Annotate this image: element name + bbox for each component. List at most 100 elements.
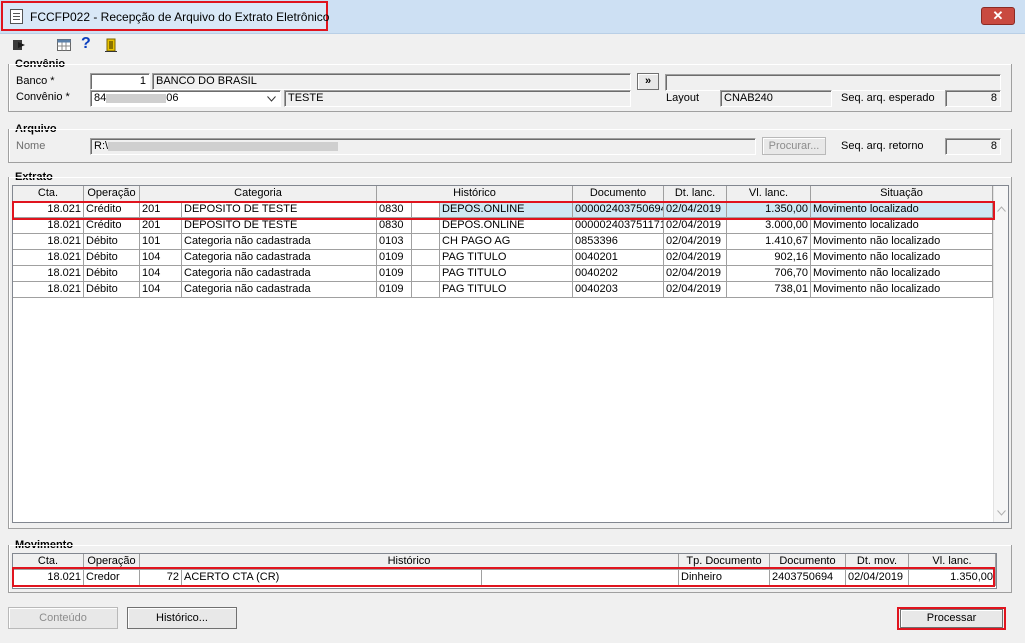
cell-valor[interactable]: 3.000,00 (727, 218, 811, 234)
masked-text (106, 93, 167, 103)
col-historico[interactable]: Histórico (377, 186, 573, 202)
cell-valor[interactable]: 706,70 (727, 266, 811, 282)
toolbar: ? (0, 34, 1025, 56)
procurar-button[interactable]: Procurar... (762, 137, 826, 155)
cell-blank[interactable] (412, 218, 440, 234)
cell-dt[interactable]: 02/04/2019 (664, 218, 727, 234)
help-icon[interactable]: ? (81, 35, 91, 53)
col-cta[interactable]: Cta. (13, 186, 84, 202)
convenio-value-end: 06 (166, 92, 179, 104)
exit-icon[interactable] (12, 38, 26, 52)
scroll-down-icon[interactable] (997, 510, 1006, 516)
cell-documento[interactable]: 000002403751171 (573, 218, 664, 234)
processar-button[interactable]: Processar (900, 609, 1003, 628)
convenio-select[interactable]: 84 06 (90, 90, 281, 107)
cell-situacao[interactable]: Movimento não localizado (811, 234, 993, 250)
col-dt-lanc[interactable]: Dt. lanc. (664, 186, 727, 202)
seq-retorno-label: Seq. arq. retorno (841, 140, 924, 152)
convenio-name-field: TESTE (284, 90, 631, 107)
layout-field: CNAB240 (720, 90, 832, 107)
cell-documento[interactable]: 0040201 (573, 250, 664, 266)
cell-dt[interactable]: 02/04/2019 (664, 250, 727, 266)
cell-documento[interactable]: 0853396 (573, 234, 664, 250)
masked-text (108, 141, 339, 151)
cell-hist-name[interactable]: PAG TITULO (440, 266, 573, 282)
cell-valor[interactable]: 902,16 (727, 250, 811, 266)
cell-situacao[interactable]: Movimento não localizado (811, 282, 993, 298)
cell-cta[interactable]: 18.021 (13, 234, 84, 250)
nome-value: R:\ (94, 140, 109, 152)
cell-blank[interactable] (412, 266, 440, 282)
cell-hist-name[interactable]: PAG TITULO (440, 250, 573, 266)
cell-blank[interactable] (412, 234, 440, 250)
cell-valor[interactable]: 738,01 (727, 282, 811, 298)
cell-cat-code[interactable]: 104 (140, 282, 182, 298)
scroll-up-icon[interactable] (997, 206, 1006, 212)
cell-operacao[interactable]: Débito (84, 234, 140, 250)
seq-retorno-field: 8 (945, 138, 1001, 155)
banco-code-input[interactable]: 1 (90, 73, 150, 90)
col-vl-lanc[interactable]: Vl. lanc. (727, 186, 811, 202)
nome-label: Nome (16, 140, 46, 152)
col-situacao[interactable]: Situação (811, 186, 993, 202)
cell-dt[interactable]: 02/04/2019 (664, 266, 727, 282)
cell-situacao[interactable]: Movimento localizado (811, 218, 993, 234)
conteudo-button[interactable]: Conteúdo (8, 607, 118, 629)
movimento-row-highlight (12, 567, 995, 587)
cell-situacao[interactable]: Movimento não localizado (811, 250, 993, 266)
cell-cta[interactable]: 18.021 (13, 250, 84, 266)
close-button[interactable]: ✕ (981, 7, 1015, 25)
cell-documento[interactable]: 0040203 (573, 282, 664, 298)
cell-hist-code[interactable]: 0109 (377, 250, 412, 266)
grid-icon[interactable] (57, 38, 71, 52)
cell-situacao[interactable]: Movimento não localizado (811, 266, 993, 282)
cell-cat-name[interactable]: DEPOSITO DE TESTE (182, 218, 377, 234)
cell-operacao[interactable]: Débito (84, 250, 140, 266)
cell-cat-code[interactable]: 201 (140, 218, 182, 234)
cell-hist-name[interactable]: PAG TITULO (440, 282, 573, 298)
cell-blank[interactable] (412, 282, 440, 298)
cell-cat-code[interactable]: 104 (140, 266, 182, 282)
window-title: FCCFP022 - Recepção de Arquivo do Extrat… (30, 10, 330, 24)
banco-label: Banco * (16, 75, 55, 87)
layout-label: Layout (666, 92, 700, 104)
cell-hist-code[interactable]: 0103 (377, 234, 412, 250)
cell-dt[interactable]: 02/04/2019 (664, 234, 727, 250)
cell-cat-code[interactable]: 104 (140, 250, 182, 266)
banco-name-field: BANCO DO BRASIL (152, 73, 631, 90)
cell-cta[interactable]: 18.021 (13, 218, 84, 234)
cell-blank[interactable] (412, 250, 440, 266)
cell-valor[interactable]: 1.410,67 (727, 234, 811, 250)
historico-button[interactable]: Histórico... (127, 607, 237, 629)
cell-operacao[interactable]: Débito (84, 266, 140, 282)
cell-cta[interactable]: 18.021 (13, 282, 84, 298)
cell-hist-code[interactable]: 0109 (377, 266, 412, 282)
extrato-grid[interactable]: Cta. Operação Categoria Histórico Docume… (12, 185, 1009, 523)
convenio-info-field (665, 74, 1001, 91)
selected-row-highlight (12, 201, 995, 220)
convenio-label: Convênio * (16, 91, 70, 103)
extrato-scrollbar[interactable] (993, 186, 1008, 522)
expand-button[interactable]: » (637, 73, 659, 90)
cell-hist-name[interactable]: CH PAGO AG (440, 234, 573, 250)
col-documento[interactable]: Documento (573, 186, 664, 202)
cell-cat-code[interactable]: 101 (140, 234, 182, 250)
cell-operacao[interactable]: Débito (84, 282, 140, 298)
cell-dt[interactable]: 02/04/2019 (664, 282, 727, 298)
chevron-down-icon[interactable] (267, 96, 276, 102)
cell-cat-name[interactable]: Categoria não cadastrada (182, 282, 377, 298)
cell-cat-name[interactable]: Categoria não cadastrada (182, 266, 377, 282)
col-operacao[interactable]: Operação (84, 186, 140, 202)
cell-documento[interactable]: 0040202 (573, 266, 664, 282)
cell-cat-name[interactable]: Categoria não cadastrada (182, 250, 377, 266)
door-icon[interactable] (104, 38, 118, 52)
cell-hist-code[interactable]: 0830 (377, 218, 412, 234)
cell-cta[interactable]: 18.021 (13, 266, 84, 282)
cell-hist-name[interactable]: DEPOS.ONLINE (440, 218, 573, 234)
cell-hist-code[interactable]: 0109 (377, 282, 412, 298)
cell-cat-name[interactable]: Categoria não cadastrada (182, 234, 377, 250)
seq-esperado-label: Seq. arq. esperado (841, 92, 935, 104)
nome-field: R:\ (90, 138, 756, 155)
col-categoria[interactable]: Categoria (140, 186, 377, 202)
cell-operacao[interactable]: Crédito (84, 218, 140, 234)
